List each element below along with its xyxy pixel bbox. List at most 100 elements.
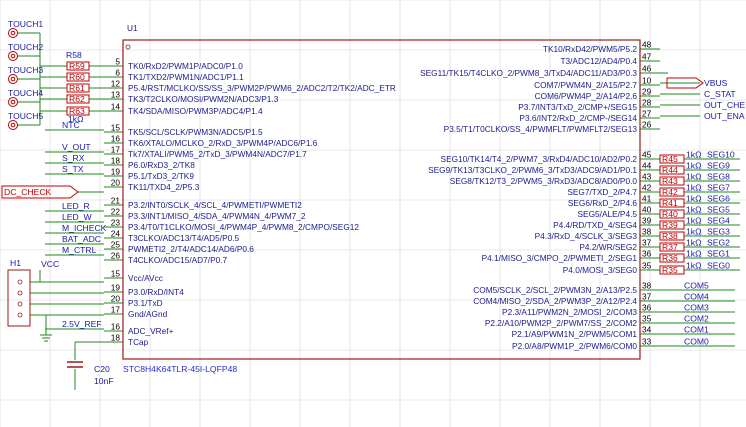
connector-body xyxy=(7,269,31,327)
touch-label: TOUCH5 xyxy=(8,111,43,121)
pin-number: 29 xyxy=(642,87,652,97)
pin-number: 15 xyxy=(111,269,121,279)
touch-pad-icon xyxy=(10,99,16,105)
connector-pin xyxy=(17,312,23,318)
pin-number: 35 xyxy=(642,314,652,324)
connector-ref: H1 xyxy=(10,258,21,268)
resistor-value: 1kΩ xyxy=(686,150,702,160)
pin-label: TK3/T2CLKO/MOSI/PWM2N/ADC3/P1.3 xyxy=(128,94,279,104)
pin-number: 13 xyxy=(111,90,121,100)
resistor-label: R38 xyxy=(662,231,678,241)
capacitor-ref: C20 xyxy=(94,364,110,374)
pin-label: P2.1/A9/PWM1N_2/PWM5/COM1 xyxy=(512,329,638,339)
pin-number: 46 xyxy=(642,64,652,74)
schematic-canvas: U1 STC8H4K64TLR-45I-LQFP48 5 TK0/RxD2/PWM1P… xyxy=(0,0,746,427)
pin-number: 48 xyxy=(642,40,652,50)
pin-number: 41 xyxy=(642,194,652,204)
pin-number: 5 xyxy=(115,57,120,67)
net-label: 2.5V_REF xyxy=(62,319,102,329)
seg-net: SEG10 xyxy=(707,150,735,160)
resistor-label: R43 xyxy=(662,176,678,186)
pin-label: TK1/TXD2/PWM1N/ADC1/P1.1 xyxy=(128,72,244,82)
pin-number: 16 xyxy=(111,134,121,144)
resistor-label: R45 xyxy=(662,154,678,164)
pin-label: SEG9/TK13/T3CLKO_2/PWM6_3/TxD3/ADC9/AD1/… xyxy=(428,165,637,175)
touch-pad-icon xyxy=(10,53,16,59)
pin-number: 33 xyxy=(642,337,652,347)
pin-label: P3.0/RxD/INT4 xyxy=(128,287,184,297)
pin-number: 27 xyxy=(642,109,652,119)
resistor-value: 1kΩ xyxy=(686,238,702,248)
resistor-label: R36 xyxy=(662,253,678,263)
port-label: VBUS xyxy=(704,78,728,88)
connector-pin xyxy=(17,279,23,285)
pin-number: 35 xyxy=(642,261,652,271)
resistor-label: R39 xyxy=(662,220,678,230)
pin-label: TK11/TXD4_2/P5.3 xyxy=(128,182,200,192)
pin-number: 15 xyxy=(111,123,121,133)
pin-number: 20 xyxy=(111,178,121,188)
pin-label: TCap xyxy=(128,337,149,347)
touch-pad-icon xyxy=(8,51,18,61)
seg-net: SEG7 xyxy=(707,183,730,193)
pin-number: 28 xyxy=(642,98,652,108)
touch-label: TOUCH2 xyxy=(8,42,43,52)
chip-part-number: STC8H4K64TLR-45I-LQFP48 xyxy=(123,364,237,374)
pin-number: 42 xyxy=(642,183,652,193)
pin-label: P4.3/RxD_4/SCLK_3/SEG3 xyxy=(535,231,638,241)
pin-label: P2.3/A11/PWM2N_2/MOSI_2/COM3 xyxy=(502,307,637,317)
pin-label: P2.2/A10/PWM2P_2/PWM7/SS_2/COM2 xyxy=(485,318,638,328)
resistor-label: R41 xyxy=(662,198,678,208)
resistor-label: R60 xyxy=(69,72,85,82)
pin-label: Vcc/AVcc xyxy=(128,273,163,283)
port-label: C_STAT xyxy=(704,89,736,99)
pin-number: 19 xyxy=(111,167,121,177)
touch-label: TOUCH4 xyxy=(8,88,43,98)
touch-label: TOUCH3 xyxy=(8,65,43,75)
touch-pad-icon xyxy=(8,120,18,130)
pin-number: 37 xyxy=(642,292,652,302)
pin-number: 40 xyxy=(642,205,652,215)
com-label: COM2 xyxy=(684,314,709,324)
pin-number: 38 xyxy=(642,227,652,237)
pin-label: P5.1/TxD3_2/TK9 xyxy=(128,171,194,181)
pin-label: P4.2/WR/SEG2 xyxy=(579,242,637,252)
net-label: LED_W xyxy=(62,212,92,222)
pin-label: Tk7/XTALI/PWM5_2/TxD_3/PWM4N/ADC7/P1.7 xyxy=(128,149,307,159)
pin-label: P6.0/RxD3_2/TK8 xyxy=(128,160,195,170)
pin-label: SEG5/ALE/P4.5 xyxy=(578,209,638,219)
pin-label: ADC_VRef+ xyxy=(128,326,174,336)
pin-label: SEG7/TXD_2/P4.7 xyxy=(567,187,637,197)
resistor-label: R35 xyxy=(662,265,678,275)
pin-number: 45 xyxy=(642,150,652,160)
net-label: S_TX xyxy=(62,164,84,174)
seg-net: SEG0 xyxy=(707,261,730,271)
pin-label: COM5/SCLK_2/SCL_2/PWM3N_2/A13/P2.5 xyxy=(473,285,637,295)
seg-net: SEG8 xyxy=(707,172,730,182)
com-label: COM5 xyxy=(684,281,709,291)
pin-label: SEG8/TK12/T3_2/PWM5_3/RxD3/ADC8/AD0/P0.0 xyxy=(450,176,638,186)
pin-label: COM7/PWM4N_2/A15/P2.7 xyxy=(534,80,637,90)
pin-label: P3.2/INT0/SCLK_4/SCL_4/PWMETI/PWMETI2 xyxy=(128,200,302,210)
touch-pad-icon xyxy=(10,30,16,36)
resistor-value: 1kΩ xyxy=(686,183,702,193)
schematic-svg: U1 STC8H4K64TLR-45I-LQFP48 5 TK0/RxD2/PWM1P… xyxy=(0,0,746,427)
resistor-value: 1kΩ xyxy=(686,172,702,182)
pin-number: 43 xyxy=(642,172,652,182)
seg-net: SEG2 xyxy=(707,238,730,248)
net-label: S_RX xyxy=(62,153,85,163)
pin-number: 19 xyxy=(111,283,121,293)
pin-label: TK0/RxD2/PWM1P/ADC0/P1.0 xyxy=(128,61,243,71)
com-label: COM0 xyxy=(684,337,709,347)
pin-number: 17 xyxy=(111,145,121,155)
pin-label: COM4/MISO_2/SDA_2/PWM3P_2/A12/P2.4 xyxy=(473,296,637,306)
com-label: COM3 xyxy=(684,303,709,313)
port-label: OUT_ENA xyxy=(704,111,745,121)
pin-label: TK6/XTALO/MCLKO_2/RxD_3/PWM4P/ADC6/P1.6 xyxy=(128,138,318,148)
pin-number: 26 xyxy=(642,120,652,130)
pin-label: P4.1/MISO_3/CMPO_2/PWMETI_2/SEG1 xyxy=(482,253,638,263)
net-label: M_CTRL xyxy=(62,245,97,255)
pin-label: P5.4/RST/MCLKO/SS/SS_3/PWM2P/PWM6_2/ADC2… xyxy=(128,83,396,93)
pin-label: P3.1/TxD xyxy=(128,298,163,308)
vcc-label: VCC xyxy=(41,259,59,269)
